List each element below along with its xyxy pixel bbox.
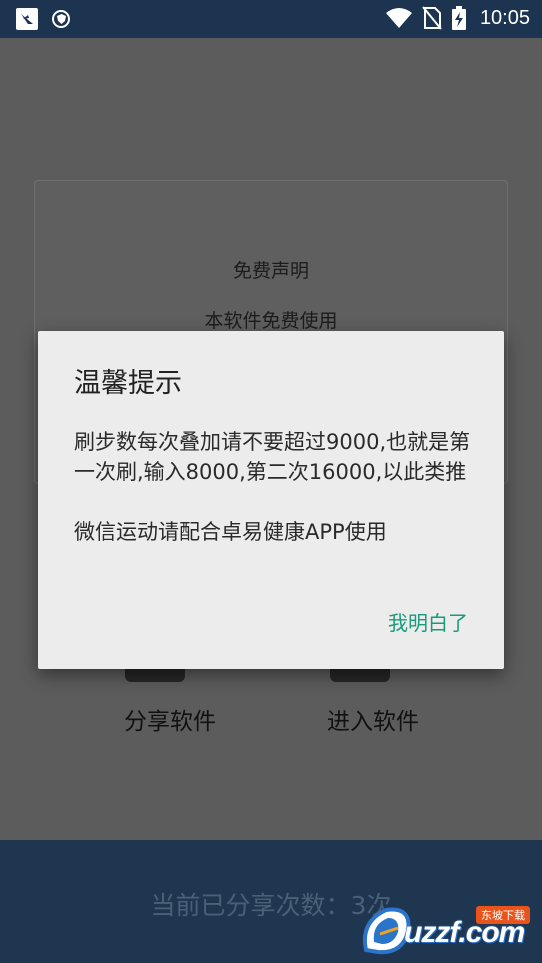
wifi-icon <box>385 8 412 28</box>
status-right-icons: 10:05 <box>385 6 530 30</box>
status-left-icons <box>16 8 70 30</box>
no-sim-icon <box>422 6 442 30</box>
disclaimer-text: 本软件免费使用 <box>204 310 338 332</box>
watermark: uzzf.com 东坡下载 <box>358 902 534 958</box>
battery-charging-icon <box>451 6 466 30</box>
understood-button[interactable]: 我明白了 <box>388 607 468 636</box>
enter-software-button[interactable]: 进入软件 <box>303 702 443 736</box>
app-notification-icon <box>16 8 38 30</box>
dialog-message-wechat: 微信运动请配合卓易健康APP使用 <box>74 520 387 544</box>
dialog-message-steps: 刷步数每次叠加请不要超过9000,也就是第一次刷,输入8000,第二次16000… <box>74 430 471 484</box>
tip-dialog: 温馨提示 刷步数每次叠加请不要超过9000,也就是第一次刷,输入8000,第二次… <box>38 331 504 669</box>
dialog-message: 刷步数每次叠加请不要超过9000,也就是第一次刷,输入8000,第二次16000… <box>74 427 474 547</box>
status-clock: 10:05 <box>479 6 530 29</box>
enter-software-icon <box>330 668 390 682</box>
status-bar: 10:05 <box>0 0 542 38</box>
share-software-icon <box>125 668 185 682</box>
disclaimer-title: 免费声明 <box>232 260 309 282</box>
share-software-button[interactable]: 分享软件 <box>100 702 240 736</box>
dialog-title: 温馨提示 <box>74 368 182 399</box>
watermark-tag: 东坡下载 <box>476 906 530 924</box>
shield-notification-icon <box>52 10 70 28</box>
